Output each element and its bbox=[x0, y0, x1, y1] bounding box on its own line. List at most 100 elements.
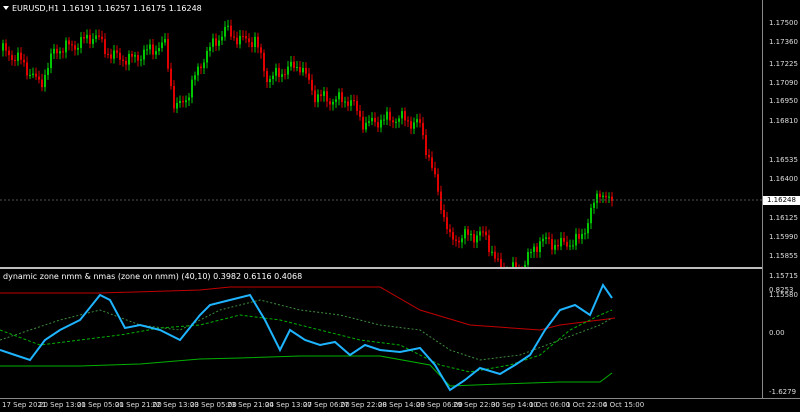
candle-body bbox=[464, 229, 466, 239]
candle-body bbox=[221, 36, 223, 41]
candle-body bbox=[365, 122, 367, 130]
indicator-pane[interactable]: dynamic zone nmm & nmas (zone on nmm) (4… bbox=[0, 270, 762, 398]
candle-body bbox=[227, 25, 229, 27]
candle-body bbox=[2, 43, 4, 51]
candle-body bbox=[149, 44, 151, 50]
candle-body bbox=[14, 59, 16, 61]
candle-body bbox=[485, 231, 487, 236]
candle-body bbox=[446, 217, 448, 230]
candle-body bbox=[173, 85, 175, 109]
candle-body bbox=[356, 100, 358, 111]
candle-body bbox=[122, 59, 124, 61]
candle-body bbox=[140, 59, 142, 61]
candle-body bbox=[215, 38, 217, 46]
candle-body bbox=[434, 167, 436, 175]
candle-body bbox=[368, 121, 370, 123]
candle-body bbox=[347, 101, 349, 106]
indicator-level-label: -1.6279 bbox=[769, 388, 797, 396]
candle-body bbox=[476, 235, 478, 243]
candle-body bbox=[371, 117, 373, 122]
candle-body bbox=[299, 67, 301, 73]
candle-body bbox=[41, 79, 43, 88]
candle-body bbox=[203, 62, 205, 69]
price-label: 1.16400 bbox=[769, 175, 798, 183]
candle-body bbox=[281, 74, 283, 77]
candle-body bbox=[152, 44, 154, 55]
candle-body bbox=[317, 94, 319, 103]
time-label: 4 Oct 15:00 bbox=[603, 401, 645, 409]
candle-body bbox=[350, 100, 352, 106]
candle-body bbox=[278, 67, 280, 77]
price-chart-pane[interactable]: EURUSD,H1 1.16191 1.16257 1.16175 1.1624… bbox=[0, 0, 762, 267]
candle-body bbox=[437, 174, 439, 192]
candle-body bbox=[326, 91, 328, 102]
candle-body bbox=[245, 36, 247, 39]
candle-body bbox=[551, 239, 553, 250]
candle-body bbox=[605, 195, 607, 198]
candle-body bbox=[266, 71, 268, 83]
candle-body bbox=[197, 66, 199, 76]
candle-body bbox=[560, 238, 562, 247]
price-label: 1.16810 bbox=[769, 117, 798, 125]
candle-body bbox=[26, 62, 28, 76]
candle-body bbox=[71, 44, 73, 46]
candle-body bbox=[95, 35, 97, 39]
candle-body bbox=[470, 234, 472, 236]
candle-body bbox=[38, 76, 40, 80]
candle-body bbox=[20, 52, 22, 60]
candle-body bbox=[101, 36, 103, 40]
candle-body bbox=[386, 111, 388, 120]
candle-body bbox=[461, 238, 463, 243]
candle-body bbox=[182, 100, 184, 103]
candle-body bbox=[209, 46, 211, 51]
candle-body bbox=[131, 53, 133, 57]
candle-body bbox=[359, 110, 361, 117]
candle-body bbox=[575, 233, 577, 246]
price-label: 1.15715 bbox=[769, 272, 798, 280]
candle-body bbox=[500, 258, 502, 267]
candle-body bbox=[68, 40, 70, 45]
time-axis[interactable]: 17 Sep 2021 20 Sep 13:00 21 Sep 05:00 21… bbox=[0, 398, 800, 412]
candle-body bbox=[44, 74, 46, 88]
nmm-blue-line bbox=[0, 282, 613, 392]
candle-body bbox=[428, 154, 430, 158]
candle-body bbox=[86, 34, 88, 39]
candle-body bbox=[338, 92, 340, 100]
candle-body bbox=[230, 25, 232, 37]
candle-body bbox=[74, 45, 76, 50]
candle-body bbox=[185, 100, 187, 103]
candle-body bbox=[179, 100, 181, 103]
candle-body bbox=[167, 39, 169, 69]
candle-body bbox=[311, 79, 313, 91]
candle-body bbox=[578, 233, 580, 239]
candle-body bbox=[563, 238, 565, 242]
candle-body bbox=[410, 121, 412, 129]
candle-body bbox=[89, 34, 91, 44]
pane-separator[interactable] bbox=[0, 267, 800, 269]
candle-body bbox=[395, 121, 397, 123]
candle-body bbox=[488, 235, 490, 252]
indicator-level-label: 0.00 bbox=[769, 329, 785, 337]
candle-body bbox=[242, 35, 244, 37]
candle-body bbox=[392, 120, 394, 123]
price-label: 1.16535 bbox=[769, 156, 798, 164]
candle-body bbox=[143, 49, 145, 60]
candle-body bbox=[218, 40, 220, 46]
candle-body bbox=[92, 38, 94, 44]
candle-body bbox=[119, 52, 121, 60]
candle-body bbox=[128, 53, 130, 65]
candle-body bbox=[158, 48, 160, 52]
candle-body bbox=[8, 50, 10, 56]
price-label: 1.17090 bbox=[769, 79, 798, 87]
candle-body bbox=[449, 229, 451, 233]
candle-body bbox=[104, 39, 106, 54]
candle-body bbox=[494, 251, 496, 259]
candle-body bbox=[56, 48, 58, 54]
candle-body bbox=[482, 231, 484, 233]
candle-body bbox=[254, 36, 256, 48]
candle-body bbox=[584, 233, 586, 235]
candle-body bbox=[11, 55, 13, 60]
candle-body bbox=[32, 73, 34, 75]
candle-body bbox=[290, 61, 292, 67]
candle-body bbox=[569, 245, 571, 247]
